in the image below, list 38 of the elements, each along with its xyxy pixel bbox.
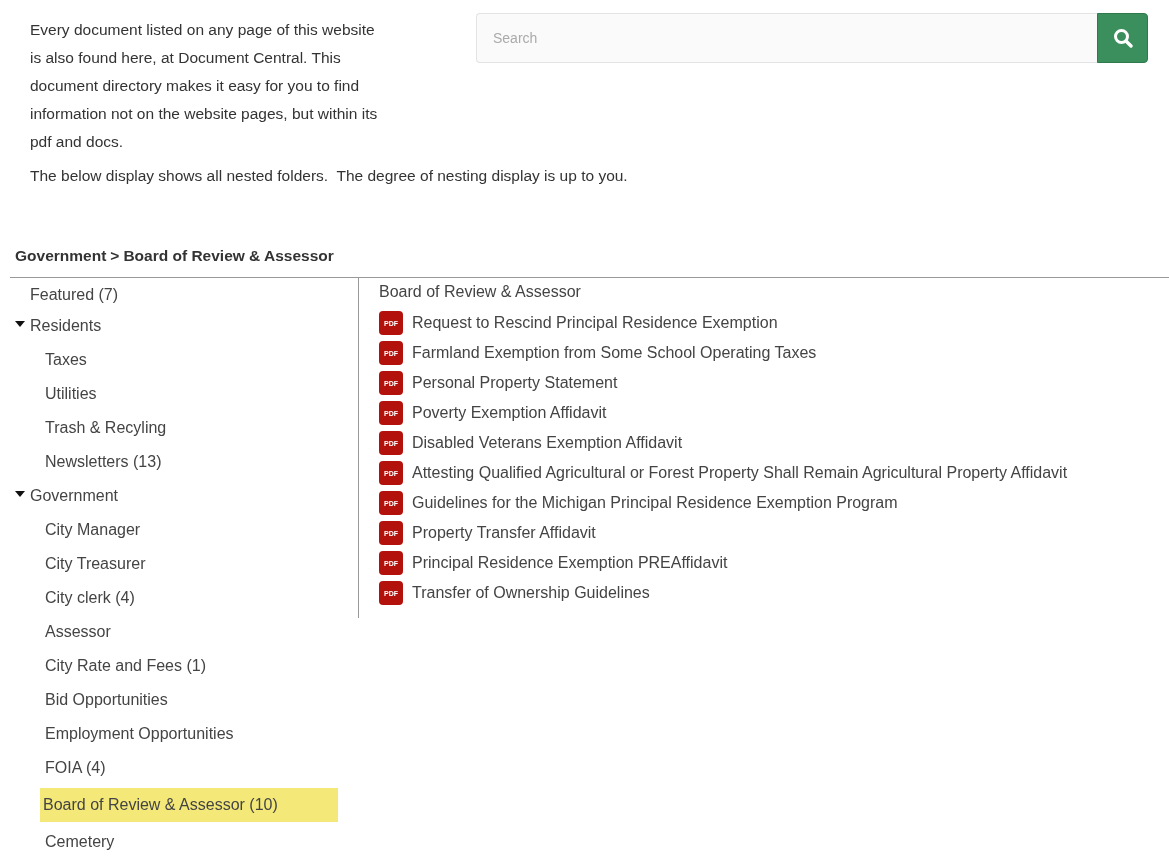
document-link[interactable]: Attesting Qualified Agricultural or Forest Property Shall Remain Agricultural Property Affidavit: [412, 464, 1068, 482]
breadcrumb-item[interactable]: Government: [15, 247, 107, 265]
folder-title: Board of Review & Assessor: [379, 282, 582, 302]
document-link[interactable]: Principal Residence Exemption PREAffidavit: [412, 554, 728, 572]
document-link[interactable]: Farmland Exemption from Some School Operating Taxes: [412, 344, 817, 362]
document-link[interactable]: Guidelines for the Michigan Principal Residence Exemption Program: [412, 494, 898, 512]
intro-paragraph: Every document listed on any page of this website is also found here, at Document Central. This document directory makes it easy for you to find information not on the website pages, but within its pdf and docs.: [30, 20, 379, 152]
folder-link[interactable]: Cemetery: [45, 825, 115, 859]
folder-link[interactable]: Residents: [30, 309, 102, 343]
breadcrumb-separator: >: [110, 247, 120, 265]
folder-link[interactable]: City Treasurer: [45, 547, 146, 581]
document-link[interactable]: Transfer of Ownership Guidelines: [412, 584, 650, 602]
document-link[interactable]: Property Transfer Affidavit: [412, 524, 596, 542]
document-link[interactable]: Disabled Veterans Exemption Affidavit: [412, 434, 683, 452]
search-button[interactable]: [1097, 13, 1148, 63]
folder-link[interactable]: City Rate and Fees (1): [45, 649, 206, 683]
folder-link[interactable]: Assessor: [45, 615, 111, 649]
folder-link[interactable]: Utilities: [45, 377, 97, 411]
search-field[interactable]: Search: [476, 13, 1097, 63]
folder-link[interactable]: City clerk (4): [45, 581, 135, 615]
caret-icon[interactable]: [15, 319, 25, 329]
folder-link[interactable]: City Manager: [45, 513, 141, 547]
document-link[interactable]: Poverty Exemption Affidavit: [412, 404, 607, 422]
folder-link[interactable]: FOIA (4): [45, 751, 106, 785]
caret-icon[interactable]: [15, 489, 25, 499]
search-icon: [1112, 28, 1133, 48]
folder-link[interactable]: Board of Review & Assessor (10): [40, 788, 338, 822]
folder-link[interactable]: Government: [30, 479, 119, 513]
nesting-note: The below display shows all nested folders. The degree of nesting display is up to you.: [30, 166, 629, 186]
folder-link[interactable]: Bid Opportunities: [45, 683, 168, 717]
folder-link[interactable]: Newsletters (13): [45, 445, 162, 479]
document-link[interactable]: Request to Rescind Principal Residence Exemption: [412, 314, 778, 332]
breadcrumb-item: Board of Review & Assessor: [123, 247, 334, 265]
folder-link[interactable]: Employment Opportunities: [45, 717, 234, 751]
folder-link[interactable]: Trash & Recyling: [45, 411, 167, 445]
folder-link[interactable]: Taxes: [45, 343, 87, 377]
folder-link[interactable]: Featured (7): [30, 278, 119, 312]
document-link[interactable]: Personal Property Statement: [412, 374, 618, 392]
